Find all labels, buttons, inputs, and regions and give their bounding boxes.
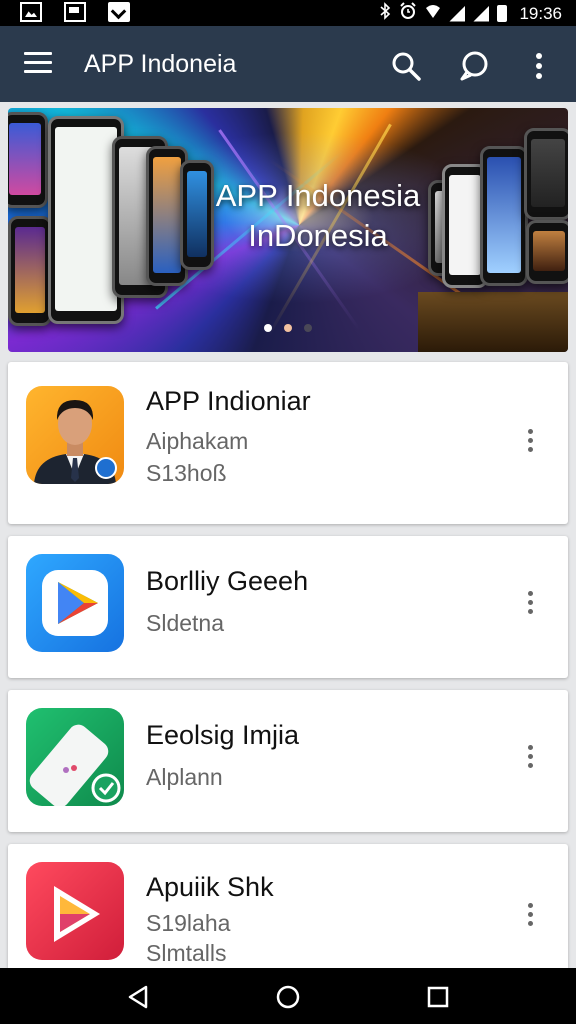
person-avatar-icon [26, 386, 124, 484]
banner-title: APP Indonesia InDonesia [198, 176, 438, 256]
app-name: APP Indioniar [146, 386, 311, 416]
banner-title-line2: InDonesia [248, 218, 388, 253]
phone-image [480, 146, 528, 286]
play-store-icon [26, 554, 124, 652]
mail-icon [108, 2, 130, 22]
clock: 19:36 [519, 3, 562, 23]
item-more-button[interactable] [518, 588, 542, 622]
item-more-button[interactable] [518, 900, 542, 934]
menu-button[interactable] [24, 52, 52, 74]
back-icon [128, 985, 148, 1009]
overflow-menu-button[interactable] [528, 50, 550, 82]
phone-image [8, 216, 52, 326]
featured-banner[interactable]: APP Indonesia InDonesia [8, 108, 568, 352]
home-icon [276, 985, 300, 1009]
home-button[interactable] [274, 984, 302, 1010]
app-name: Apuiik Shk [146, 872, 274, 902]
phone-image [526, 220, 568, 284]
photo-icon [64, 2, 86, 22]
app-detail: S13hoß [146, 460, 227, 486]
app-name: Eeolsig Imjia [146, 720, 300, 750]
phone-image [8, 112, 48, 208]
more-vert-icon [527, 903, 533, 908]
app-bar: APP Indoneia [0, 26, 576, 102]
search-icon [392, 52, 421, 81]
app-subtitle: Aiphakam [146, 428, 249, 454]
more-vert-icon [527, 745, 533, 750]
carousel-indicator [264, 324, 312, 332]
app-list-item[interactable]: Eeolsig Imjia Alplann [8, 690, 568, 832]
phone-app-icon [26, 708, 124, 806]
signal-icon [473, 5, 490, 22]
wifi-icon [425, 2, 441, 25]
item-more-button[interactable] [518, 742, 542, 776]
banner-title-line1: APP Indonesia [215, 178, 421, 213]
app-list-item[interactable]: Apuiik Shk S19laha Slmtalls [8, 844, 568, 968]
hamburger-icon [24, 52, 52, 55]
play-arrow-icon [26, 862, 124, 960]
system-nav-bar [0, 968, 576, 1024]
app-list-item[interactable]: Borlliy Geeeh Sldetna [8, 536, 568, 678]
app-title: APP Indoneia [84, 50, 237, 78]
more-vert-icon [527, 591, 533, 596]
carousel-dot[interactable] [264, 324, 272, 332]
carousel-dot[interactable] [304, 324, 312, 332]
phone-image [524, 128, 568, 220]
app-subtitle: Sldetna [146, 610, 225, 636]
app-subtitle: Alplann [146, 764, 223, 790]
gallery-icon [20, 2, 42, 22]
item-more-button[interactable] [518, 426, 542, 460]
app-name: Borlliy Geeeh [146, 566, 309, 596]
battery-icon [497, 5, 508, 22]
more-vert-icon [536, 53, 542, 79]
chat-bubble-icon [460, 51, 488, 81]
recents-icon [427, 986, 449, 1008]
app-list-item[interactable]: APP Indioniar Aiphakam S13hoß [8, 362, 568, 524]
search-button[interactable] [390, 50, 422, 82]
app-subtitle: S19laha [146, 910, 231, 936]
carousel-dot[interactable] [284, 324, 292, 332]
alarm-icon [399, 2, 417, 25]
recents-button[interactable] [424, 984, 452, 1010]
app-detail: Slmtalls [146, 940, 227, 966]
signal-icon [449, 5, 466, 22]
more-vert-icon [527, 429, 533, 434]
chat-button[interactable] [458, 50, 490, 82]
bluetooth-icon [379, 2, 391, 25]
status-bar: 19:36 [0, 0, 576, 26]
back-button[interactable] [124, 984, 152, 1010]
